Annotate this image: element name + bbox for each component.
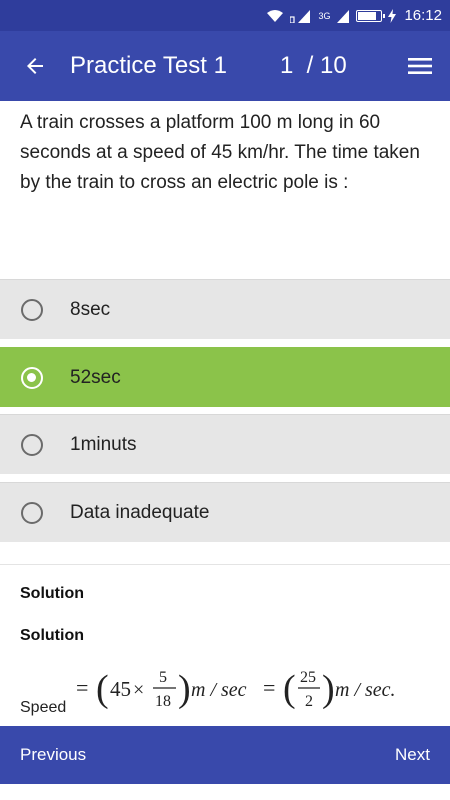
radio-button-icon[interactable] (21, 298, 43, 321)
formula-number: 45 (110, 677, 131, 701)
formula-paren-open-2: ( (283, 668, 296, 710)
question-text: A train crosses a platform 100 m long in… (20, 112, 420, 193)
radio-button-icon[interactable] (21, 433, 43, 456)
battery-level-fill (358, 11, 377, 20)
status-bar: 3G 16:12 (0, 0, 450, 31)
solution-formula: Speed = ( 45 × 5 18 ) m / sec = ( 25 2 )… (20, 668, 396, 716)
formula-paren-close: ) (178, 668, 191, 710)
network-type-label: 3G (318, 10, 331, 21)
option-label: 52sec (70, 366, 121, 388)
page-title: Practice Test 1 (70, 52, 227, 79)
formula-paren-close-2: ) (322, 668, 335, 710)
formula-frac2-num: 25 (300, 669, 316, 686)
bottom-nav-bar: Previous Next (0, 726, 450, 784)
radio-button-icon[interactable] (21, 501, 43, 524)
arrow-left-icon (27, 58, 43, 74)
option-item-selected[interactable]: 52sec (0, 347, 450, 407)
hamburger-menu-icon (408, 58, 432, 74)
bottom-strip (0, 784, 450, 800)
divider (0, 564, 450, 565)
formula-frac1-den: 18 (155, 693, 171, 710)
back-button[interactable] (0, 31, 70, 101)
charging-icon (388, 8, 397, 23)
formula-paren-open: ( (96, 668, 109, 710)
radio-button-checked-icon[interactable] (21, 366, 43, 389)
battery-icon (356, 9, 386, 22)
option-item[interactable]: Data inadequate (0, 482, 450, 542)
formula-times: × (133, 679, 144, 701)
menu-button[interactable] (390, 31, 450, 101)
solution-heading: Solution (20, 585, 84, 602)
previous-button[interactable]: Previous (20, 745, 86, 765)
question-counter: 1 / 10 (280, 52, 347, 79)
formula-unit: m / sec (191, 679, 247, 701)
formula-frac2-den: 2 (305, 693, 313, 710)
formula-unit-end: m / sec. (335, 679, 396, 701)
formula-equals: = (76, 675, 88, 700)
3g-signal-icon (337, 9, 350, 23)
status-time: 16:12 (404, 7, 442, 24)
formula-frac1-num: 5 (159, 669, 167, 686)
option-label: Data inadequate (70, 501, 210, 523)
app-bar: Practice Test 1 1 / 10 (0, 31, 450, 101)
formula-label: Speed (20, 699, 66, 716)
wifi-icon (267, 9, 284, 22)
option-item[interactable]: 1minuts (0, 414, 450, 474)
option-label: 1minuts (70, 433, 137, 455)
signal-icon (290, 9, 311, 23)
next-button[interactable]: Next (395, 745, 430, 765)
option-item[interactable]: 8sec (0, 279, 450, 339)
status-icons: 3G (266, 8, 397, 23)
solution-subheading: Solution (20, 627, 84, 644)
option-label: 8sec (70, 298, 111, 320)
formula-equals-2: = (263, 675, 275, 700)
